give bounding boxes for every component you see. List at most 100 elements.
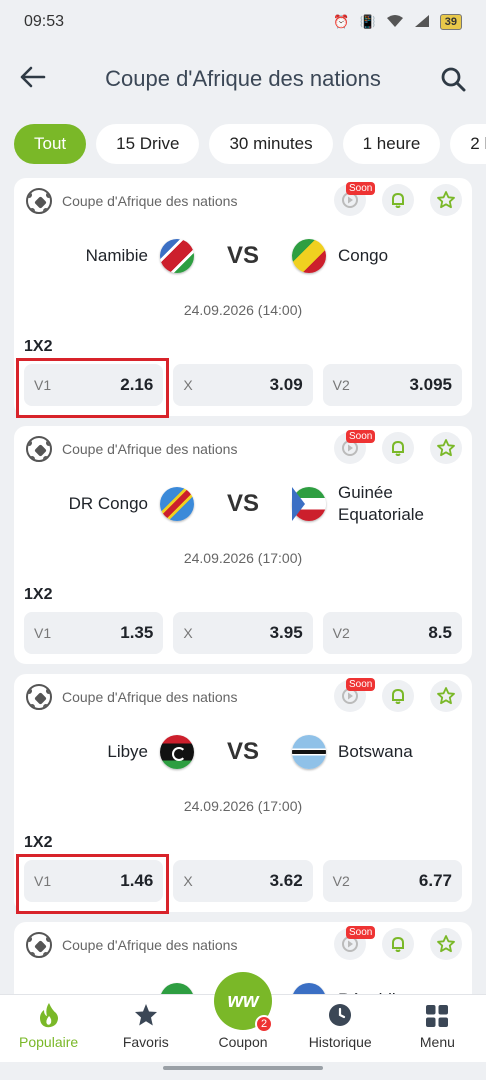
back-button[interactable] (20, 63, 50, 95)
star-icon (437, 935, 455, 953)
nav-label: Coupon (218, 1034, 268, 1050)
soon-badge: Soon (346, 182, 376, 195)
soon-badge: Soon (346, 678, 376, 691)
market-label: 1X2 (24, 586, 53, 603)
odd-button-v1[interactable]: V1 2.16 (15, 358, 170, 418)
away-team-name: Guinée Equatoriale (338, 482, 425, 524)
filter-chip-all[interactable]: Tout (14, 124, 87, 164)
grid-icon (426, 1005, 449, 1027)
home-team: Namibie (14, 239, 194, 273)
clock-icon (329, 1004, 352, 1026)
odd-value: 2.16 (120, 375, 154, 394)
odd-button-x[interactable]: X 3.95 (173, 612, 313, 654)
bell-icon (392, 688, 404, 704)
battery-indicator: 39 (439, 14, 462, 30)
filter-chip-30-minutes[interactable]: 30 minutes (209, 124, 333, 164)
home-team: Libye (14, 735, 194, 769)
favorite-button[interactable] (430, 928, 462, 960)
filter-chip-1-hour[interactable]: 1 heure (342, 124, 441, 164)
star-icon (437, 687, 455, 705)
page-title: Coupe d'Afrique des nations (105, 66, 381, 91)
odd-button-v2[interactable]: V2 6.77 (322, 860, 462, 902)
nav-label: Favoris (122, 1034, 169, 1050)
odd-label: X (183, 873, 193, 889)
odd-button-x[interactable]: X 3.09 (173, 364, 313, 406)
signal-icon (414, 14, 430, 31)
event-date: 24.09.2026 (17:00) (183, 550, 303, 566)
odd-value: 8.5 (428, 623, 452, 642)
event-card[interactable]: Coupe d'Afrique des nations Soon Libye V… (14, 674, 472, 914)
coupon-logo-icon: ww (227, 989, 259, 1012)
status-icons: ⏰ 📳 39 (333, 14, 462, 31)
live-stream-button[interactable]: Soon (334, 430, 376, 464)
league-header: Coupe d'Afrique des nations (26, 436, 237, 462)
league-name: Coupe d'Afrique des nations (62, 193, 238, 209)
notify-button[interactable] (382, 184, 414, 216)
status-bar: 09:53 ⏰ 📳 39 (0, 0, 486, 44)
odd-label: V2 (332, 873, 350, 889)
nav-popular[interactable]: Populaire (0, 995, 97, 1062)
versus-label: VS (226, 738, 259, 765)
search-button[interactable] (436, 66, 466, 92)
odd-button-v1[interactable]: V1 1.35 (24, 612, 164, 654)
odds-row: V1 1.46 X 3.62 V2 6.77 (15, 854, 462, 914)
odd-label: X (183, 625, 193, 641)
arrow-left-icon (20, 66, 46, 88)
notify-button[interactable] (382, 432, 414, 464)
favorite-button[interactable] (430, 184, 462, 216)
gesture-home-bar[interactable] (163, 1066, 323, 1070)
vibrate-icon: 📳 (359, 14, 376, 29)
market-label: 1X2 (24, 338, 53, 355)
nav-label: Populaire (19, 1034, 79, 1050)
app-header: Coupe d'Afrique des nations (0, 44, 486, 114)
coupon-count-badge: 2 (255, 1015, 273, 1033)
live-stream-button[interactable]: Soon (334, 678, 376, 712)
event-actions: Soon (334, 182, 462, 216)
live-stream-button[interactable]: Soon (334, 182, 376, 216)
odd-label: V2 (332, 377, 350, 393)
football-icon (26, 932, 52, 958)
event-date: 24.09.2026 (14:00) (183, 302, 303, 318)
versus-label: VS (226, 490, 259, 517)
event-actions: Soon (334, 926, 462, 960)
odd-button-v1[interactable]: V1 1.46 (15, 854, 170, 914)
alarm-icon: ⏰ (333, 14, 350, 29)
favorite-button[interactable] (430, 432, 462, 464)
fire-icon (39, 1003, 58, 1028)
event-actions: Soon (334, 430, 462, 464)
favorite-button[interactable] (430, 680, 462, 712)
dr-congo-flag-icon (160, 487, 194, 521)
market-label: 1X2 (24, 834, 53, 851)
event-card[interactable]: Coupe d'Afrique des nations Soon DR Cong… (14, 426, 472, 664)
notify-button[interactable] (382, 680, 414, 712)
nav-favorites[interactable]: Favoris (97, 995, 194, 1062)
event-card[interactable]: Coupe d'Afrique des nations Soon Namibie… (14, 178, 472, 418)
odd-value: 3.62 (269, 871, 303, 890)
notify-button[interactable] (382, 928, 414, 960)
home-team-name: Namibie (85, 246, 148, 265)
nav-menu[interactable]: Menu (389, 995, 486, 1062)
time-filter-chips: Tout 15 Drive 30 minutes 1 heure 2 he (14, 124, 486, 164)
filter-chip-2-hours[interactable]: 2 he (450, 124, 486, 164)
soon-badge: Soon (346, 926, 376, 939)
nav-label: Menu (419, 1034, 455, 1050)
versus-label: VS (226, 242, 259, 269)
odd-value: 6.77 (418, 871, 452, 890)
namibia-flag-icon (160, 239, 194, 273)
league-name: Coupe d'Afrique des nations (62, 689, 238, 705)
home-team-name: Libye (107, 742, 148, 761)
odd-value: 3.95 (269, 623, 303, 642)
congo-flag-icon (292, 239, 326, 273)
equatorial-guinea-flag-icon (292, 487, 326, 521)
nav-history[interactable]: Historique (292, 995, 389, 1062)
odd-button-v2[interactable]: V2 3.095 (322, 364, 462, 406)
odd-value: 1.46 (120, 871, 154, 890)
odd-button-v2[interactable]: V2 8.5 (322, 612, 462, 654)
live-stream-button[interactable]: Soon (334, 926, 376, 960)
odd-value: 3.09 (269, 375, 303, 394)
away-team: Congo (292, 239, 472, 273)
filter-chip-15-drive[interactable]: 15 Drive (96, 124, 200, 164)
odd-button-x[interactable]: X 3.62 (173, 860, 313, 902)
odd-label: V1 (34, 377, 52, 393)
league-name: Coupe d'Afrique des nations (62, 937, 238, 953)
